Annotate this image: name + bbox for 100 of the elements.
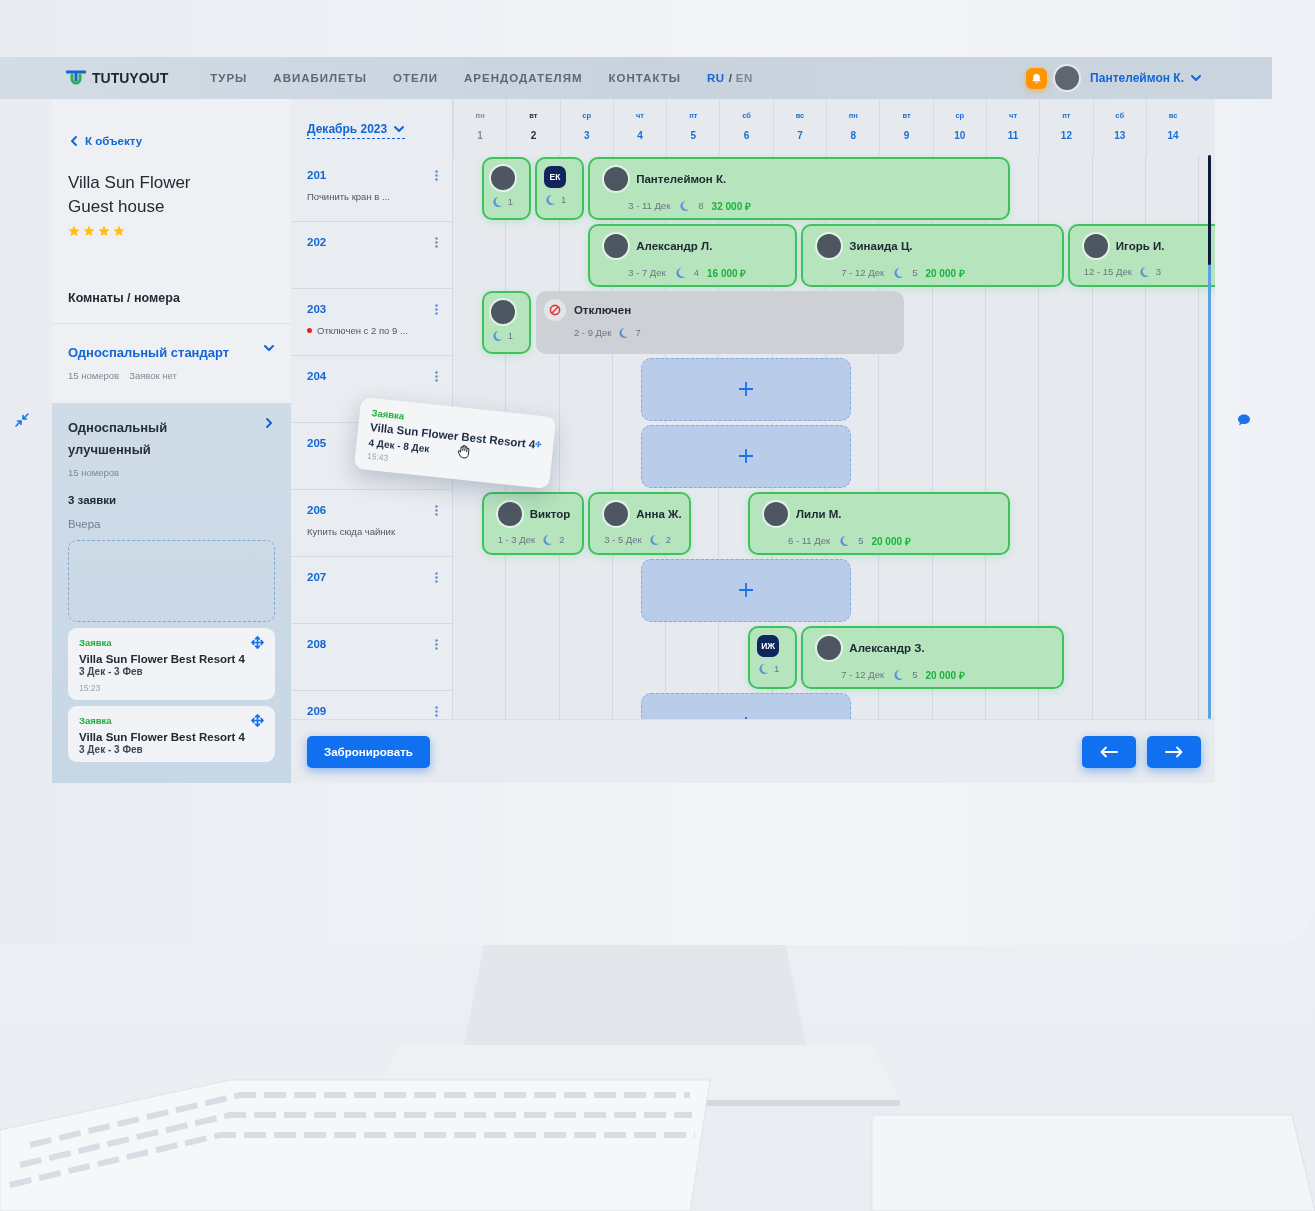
more-button[interactable] xyxy=(435,638,438,650)
booking-dates: 6 - 11 Дек xyxy=(788,535,831,546)
arrow-right-icon xyxy=(1165,745,1183,758)
room-number: 203 xyxy=(307,303,327,315)
nav-link[interactable]: ТУРЫ xyxy=(210,72,248,84)
nav-link[interactable]: КОНТАКТЫ xyxy=(608,72,681,84)
plus-icon xyxy=(738,381,755,397)
moon-icon xyxy=(757,662,770,675)
add-booking-button[interactable] xyxy=(641,357,851,421)
avatar xyxy=(764,501,789,526)
chevron-icon xyxy=(68,135,80,147)
request-title: Villa Sun Flower Best Resort 4 xyxy=(79,653,246,665)
nav-link[interactable]: ОТЕЛИ xyxy=(393,72,439,84)
booking-card[interactable]: ИЖ 1 xyxy=(748,625,798,689)
request-card[interactable]: Заявка Villa Sun Flower Best Resort 4 3 Дек - 3 Фев xyxy=(68,706,275,762)
request-time: 15:23 xyxy=(79,683,102,693)
star-icon xyxy=(68,225,80,237)
avatar xyxy=(497,501,522,526)
booking-card[interactable]: Лили М. 6 - 11 Дек 5 20 000 ₽ xyxy=(748,491,1011,555)
kebab-icon xyxy=(435,705,438,717)
booking-card[interactable]: Зинаида Ц. 7 - 12 Дек 5 20 000 ₽ xyxy=(801,223,1064,287)
booking-card[interactable]: Александр З. 7 - 12 Дек 5 20 000 ₽ xyxy=(801,625,1064,689)
booking-card[interactable]: ЕК 1 xyxy=(534,156,585,220)
star-icon xyxy=(113,225,125,237)
avatar xyxy=(604,166,629,191)
moon-icon xyxy=(647,533,660,546)
guest-name: Александр З. xyxy=(849,641,925,654)
room-note: Починить кран в ... xyxy=(307,191,390,202)
day-number: 10 xyxy=(954,130,966,141)
more-button[interactable] xyxy=(435,504,438,516)
request-status: Заявок нет xyxy=(129,370,177,381)
nights-count: 5 xyxy=(858,535,864,546)
booking-price: 20 000 ₽ xyxy=(871,534,911,548)
moon-icon xyxy=(490,195,503,208)
nav-link[interactable]: АРЕНДОДАТЕЛЯМ xyxy=(464,72,583,84)
nights-count: 4 xyxy=(693,267,700,278)
guest-name: Зинаида Ц. xyxy=(849,239,913,252)
booking-card[interactable]: Александр Л. 3 - 7 Дек 4 16 000 ₽ xyxy=(588,223,798,287)
kebab-icon xyxy=(435,571,438,583)
notification-button[interactable] xyxy=(1026,67,1048,89)
bell-icon xyxy=(1031,72,1043,84)
move-icon xyxy=(251,636,264,649)
booking-dates: 3 - 5 Дек xyxy=(604,534,642,545)
month-selector[interactable]: Декабрь 2023 xyxy=(307,122,406,139)
chat-icon[interactable] xyxy=(1237,413,1251,427)
add-booking-button[interactable] xyxy=(641,558,851,622)
logo-icon xyxy=(66,69,86,87)
booking-card[interactable]: Анна Ж. 3 - 5 Дек 2 xyxy=(588,491,691,555)
language-link[interactable]: RU xyxy=(707,72,725,84)
guest-name: Анна Ж. xyxy=(636,507,682,520)
nights-count: 8 xyxy=(698,200,704,211)
booking-card[interactable]: Игорь И. 12 - 15 Дек 3 xyxy=(1067,223,1215,287)
room-count: 15 номеров xyxy=(68,467,120,478)
back-link[interactable]: К объекту xyxy=(68,135,143,147)
nav-link[interactable]: АВИАБИЛЕТЫ xyxy=(273,72,368,84)
room-number: 209 xyxy=(307,705,327,717)
nights-count: 1 xyxy=(560,194,567,205)
booking-card[interactable]: Виктор 1 - 3 Дек 2 xyxy=(481,491,585,555)
request-title: Villa Sun Flower Best Resort 4 xyxy=(79,731,246,743)
blocked-title: Отключен xyxy=(573,303,632,316)
request-dates: 3 Дек - 3 Фев xyxy=(79,666,144,677)
booking-dates: 7 - 12 Дек xyxy=(841,669,885,680)
day-number: 11 xyxy=(1007,130,1019,141)
nights-count: 5 xyxy=(912,669,918,680)
nights-count: 2 xyxy=(559,534,565,545)
more-button[interactable] xyxy=(435,169,438,181)
booking-card[interactable]: Пантелеймон К. 3 - 11 Дек 8 32 000 ₽ xyxy=(588,156,1011,220)
more-button[interactable] xyxy=(435,705,438,717)
moon-icon xyxy=(892,266,905,279)
request-label: Заявка xyxy=(371,407,405,422)
more-button[interactable] xyxy=(435,370,438,382)
request-card[interactable]: Заявка Villa Sun Flower Best Resort 4 3 Дек - 3 Фев 15:23 xyxy=(68,628,275,700)
room-number: 205 xyxy=(307,437,327,449)
avatar xyxy=(817,233,842,258)
property-title: Villa Sun Flower Guest house xyxy=(68,172,192,218)
room-category[interactable]: Односпальный улучшенный 15 номеров 3 заявки Вчера Заявка Villa Sun Flower Best Resort 4 3 Дек - 3 Фев 15:23 Заявка Villa Sun Flower Best Resort 4 3 Дек - 3 Фев xyxy=(52,403,291,783)
guest-name: Лили М. xyxy=(796,507,842,520)
separator-slash: / xyxy=(728,72,732,84)
next-button[interactable] xyxy=(1147,735,1201,768)
day-number: 12 xyxy=(1060,130,1072,141)
more-button[interactable] xyxy=(435,303,438,315)
moon-icon xyxy=(617,326,630,339)
previous-button[interactable] xyxy=(1082,735,1136,768)
moon-icon xyxy=(543,193,556,206)
more-button[interactable] xyxy=(435,571,438,583)
nights-count: 5 xyxy=(912,267,918,278)
moon-icon xyxy=(490,329,503,342)
avatar xyxy=(490,165,515,190)
nights-count: 7 xyxy=(635,327,641,338)
more-button[interactable] xyxy=(435,236,438,248)
chevron-icon xyxy=(263,417,275,429)
day-number: 6 xyxy=(743,130,750,141)
book-button[interactable]: Забронировать xyxy=(307,735,430,768)
collapse-icon[interactable] xyxy=(15,413,29,427)
move-icon xyxy=(251,714,264,727)
moon-icon xyxy=(541,533,554,546)
user-menu[interactable]: Пантелеймон К. xyxy=(1090,71,1202,85)
day-number: 13 xyxy=(1114,130,1126,141)
add-booking-button[interactable] xyxy=(641,424,851,488)
day-number: 1 xyxy=(477,130,483,141)
